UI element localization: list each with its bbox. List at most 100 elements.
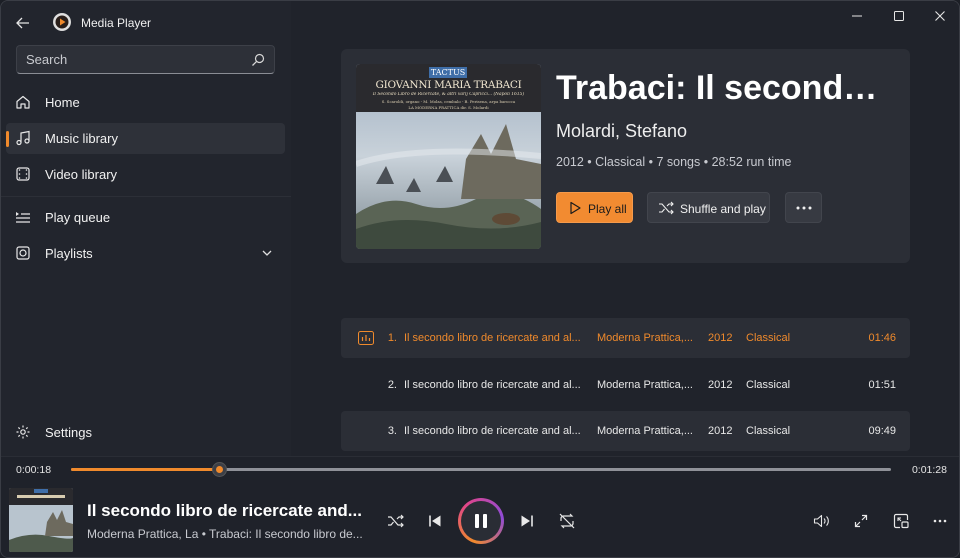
track-genre[interactable]: Classical [746,332,790,344]
album-artist[interactable]: Molardi, Stefano [556,121,687,142]
track-duration: 01:46 [868,332,896,344]
track-title: Il secondo libro de ricercate and al... [404,332,581,344]
active-indicator [6,131,9,147]
track-artist[interactable]: Moderna Prattica,... [597,332,693,344]
play-pause-button[interactable] [458,498,504,544]
repeat-button[interactable] [557,511,577,531]
nav-item-play-queue[interactable]: Play queue [6,202,285,233]
more-options-button[interactable] [930,511,950,531]
full-screen-button[interactable] [851,511,871,531]
sidebar: Media Player Home Music library Video li… [1,1,291,456]
album-title: Trabaci: Il secondo… [556,69,896,107]
track-row[interactable]: 2. Il secondo libro de ricercate and al.… [341,365,910,405]
seek-thumb[interactable] [211,462,227,477]
player-bar: 0:00:18 0:01:28 Il secondo libro de rice… [1,456,959,557]
nav-item-settings[interactable]: Settings [6,417,285,448]
cover-label: TACTUS [430,68,466,77]
nav-label-home: Home [45,95,80,110]
expand-icon [854,514,868,528]
more-options-button[interactable] [785,192,822,223]
track-row[interactable]: 3. Il secondo libro de ricercate and al.… [341,411,910,451]
close-icon [935,11,945,21]
close-button[interactable] [932,9,948,23]
cover-subtitle: Il Secondo Libro de Ricercate, & altri v… [372,92,525,97]
nav-item-video-library[interactable]: Video library [6,159,285,190]
track-year: 2012 [708,379,733,391]
search-icon[interactable] [251,53,265,67]
playlist-icon [15,245,31,261]
nav-item-home[interactable]: Home [6,87,285,118]
repeat-off-icon [559,513,575,529]
now-playing-title[interactable]: Il secondo libro de ricercate and... [87,501,369,521]
track-artist[interactable]: Moderna Prattica,... [597,379,693,391]
nav-label-play-queue: Play queue [45,210,111,225]
chevron-down-icon[interactable] [261,247,273,259]
track-artist[interactable]: Moderna Prattica,... [597,425,693,437]
next-button[interactable] [517,511,537,531]
track-number: 1. [387,332,397,344]
pause-icon [475,514,487,528]
track-number: 3. [387,425,397,437]
track-duration: 09:49 [868,425,896,437]
nav-label-video-library: Video library [45,167,118,182]
minimize-icon [852,15,862,17]
maximize-button[interactable] [891,9,907,23]
nav-divider [1,196,291,197]
nav-item-playlists[interactable]: Playlists [6,238,285,269]
back-arrow-icon [16,17,29,29]
album-meta: 2012 • Classical • 7 songs • 28:52 run t… [556,155,792,169]
more-icon [933,519,947,523]
now-playing-cover[interactable] [9,488,73,552]
nav-item-music-library[interactable]: Music library [6,123,285,154]
track-genre[interactable]: Classical [746,379,790,391]
search-input[interactable] [17,46,247,73]
shuffle-button[interactable] [386,511,406,531]
mini-player-icon [893,513,909,529]
shuffle-icon [388,514,404,528]
current-time: 0:00:18 [16,464,52,476]
seek-bar[interactable] [71,462,891,477]
minimize-button[interactable] [849,9,865,23]
previous-button[interactable] [425,511,445,531]
back-button[interactable] [13,13,33,33]
main-content: TACTUS GIOVANNI MARIA TRABACI Il Secondo… [291,1,959,456]
maximize-icon [894,11,904,21]
gear-icon [15,424,31,440]
music-note-icon [15,130,31,146]
queue-icon [15,209,31,225]
track-row[interactable]: 1. Il secondo libro de ricercate and al.… [341,318,910,358]
volume-icon [813,514,829,528]
skip-previous-icon [429,515,441,527]
track-number: 2. [387,379,397,391]
track-duration: 01:51 [868,379,896,391]
cover-credits-1: S. Scaroldi, organo - M. Molza, cembalo … [381,99,516,104]
play-all-label: Play all [588,202,627,216]
total-time: 0:01:28 [911,464,947,476]
nav-label-music-library: Music library [45,131,118,146]
media-player-window: Media Player Home Music library Video li… [0,0,960,558]
home-icon [15,94,31,110]
cover-credits-2: LA MODERNA PRATTICA dir. S. Molardi [408,105,489,110]
track-year: 2012 [708,425,733,437]
now-playing-icon [358,331,374,345]
search-box [16,45,275,74]
shuffle-and-play-button[interactable]: Shuffle and play [647,192,770,223]
nav-label-playlists: Playlists [45,246,93,261]
seek-progress [71,468,219,471]
app-title: Media Player [81,16,152,30]
film-icon [15,166,31,182]
more-icon [796,206,811,209]
volume-button[interactable] [812,511,832,531]
cover-composer: GIOVANNI MARIA TRABACI [375,79,522,91]
album-header: TACTUS GIOVANNI MARIA TRABACI Il Secondo… [341,49,910,263]
track-genre[interactable]: Classical [746,425,790,437]
mini-player-button[interactable] [891,511,911,531]
skip-next-icon [521,515,533,527]
shuffle-and-play-label: Shuffle and play [680,202,766,216]
track-title: Il secondo libro de ricercate and al... [404,425,581,437]
album-cover: TACTUS GIOVANNI MARIA TRABACI Il Secondo… [356,64,541,249]
nav-label-settings: Settings [45,425,92,440]
track-title: Il secondo libro de ricercate and al... [404,379,581,391]
play-all-button[interactable]: Play all [556,192,633,223]
now-playing-subtitle[interactable]: Moderna Prattica, La • Trabaci: Il secon… [87,527,372,541]
